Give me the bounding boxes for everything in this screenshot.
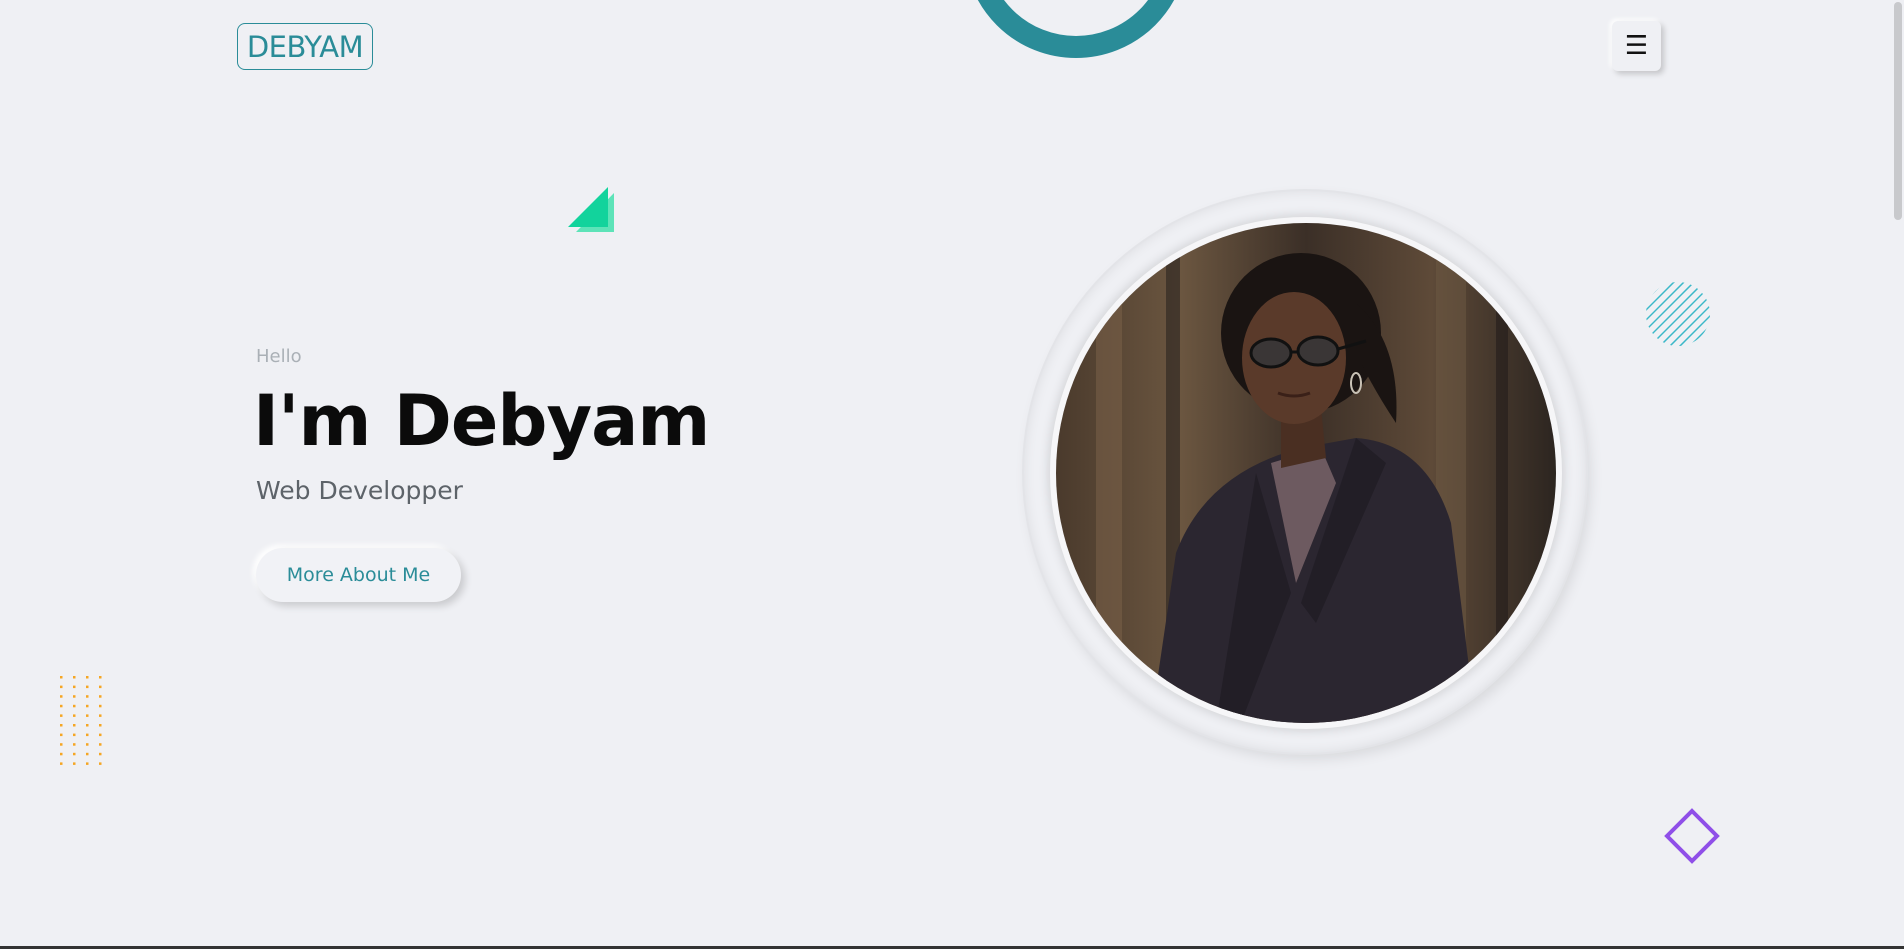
grid-dot xyxy=(60,704,63,708)
grid-dot xyxy=(99,733,102,737)
decorative-ring xyxy=(964,0,1188,58)
grid-dot xyxy=(60,724,63,727)
grid-dot xyxy=(73,714,76,717)
grid-dot xyxy=(86,676,89,679)
portrait-photo xyxy=(1056,223,1556,723)
grid-dot xyxy=(60,714,63,717)
grid-dot xyxy=(73,762,76,765)
grid-dot xyxy=(99,714,102,717)
grid-dot xyxy=(73,676,76,679)
grid-dot xyxy=(60,733,63,737)
hamburger-icon: ☰ xyxy=(1624,31,1649,61)
dot-grid-decoration xyxy=(60,676,102,765)
grid-dot xyxy=(73,704,76,708)
portrait-illustration xyxy=(1056,223,1556,723)
site-logo[interactable]: DEBYAM xyxy=(237,23,373,70)
grid-dot xyxy=(86,685,89,689)
grid-dot xyxy=(60,685,63,689)
grid-dot xyxy=(73,743,76,746)
grid-dot xyxy=(99,743,102,746)
grid-dot xyxy=(99,695,102,698)
grid-dot xyxy=(73,695,76,698)
menu-button[interactable]: ☰ xyxy=(1612,21,1661,71)
more-about-me-button[interactable]: More About Me xyxy=(256,548,461,602)
grid-dot xyxy=(99,676,102,679)
grid-dot xyxy=(86,724,89,727)
grid-dot xyxy=(60,676,63,679)
grid-dot xyxy=(86,743,89,746)
diamond-decoration xyxy=(1664,808,1720,864)
greeting-text: Hello xyxy=(256,346,302,367)
hero-title: I'm Debyam xyxy=(253,380,710,462)
logo-text: DEBYAM xyxy=(246,29,364,64)
hatched-circle-decoration xyxy=(1646,282,1710,346)
grid-dot xyxy=(86,695,89,698)
grid-dot xyxy=(86,752,89,756)
grid-dot xyxy=(86,704,89,708)
grid-dot xyxy=(86,714,89,717)
grid-dot xyxy=(73,724,76,727)
grid-dot xyxy=(73,752,76,756)
page-scrollbar[interactable] xyxy=(1894,2,1902,220)
grid-dot xyxy=(99,685,102,689)
triangle-decoration xyxy=(568,187,614,232)
grid-dot xyxy=(99,704,102,708)
grid-dot xyxy=(60,695,63,698)
grid-dot xyxy=(60,743,63,746)
grid-dot xyxy=(73,685,76,689)
grid-dot xyxy=(86,733,89,737)
hero-subtitle: Web Developper xyxy=(256,476,463,505)
grid-dot xyxy=(60,762,63,765)
grid-dot xyxy=(73,733,76,737)
grid-dot xyxy=(99,724,102,727)
grid-dot xyxy=(99,752,102,756)
grid-dot xyxy=(60,752,63,756)
grid-dot xyxy=(99,762,102,765)
grid-dot xyxy=(86,762,89,765)
